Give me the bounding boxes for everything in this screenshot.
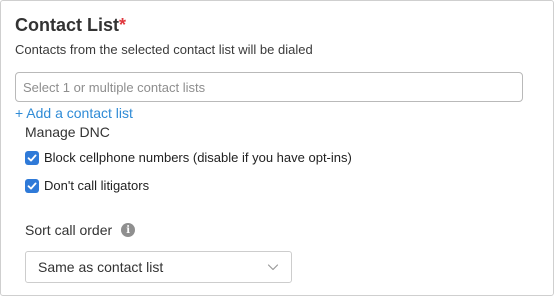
litigators-label: Don't call litigators — [44, 178, 150, 193]
checkmark-icon — [27, 182, 37, 189]
block-cellphone-checkbox[interactable] — [25, 150, 39, 165]
chevron-down-icon — [267, 264, 279, 271]
sort-call-order-label: Sort call order i — [25, 222, 136, 238]
section-title: Contact List* — [15, 15, 126, 36]
info-icon[interactable]: i — [121, 223, 136, 237]
block-cellphone-label: Block cellphone numbers (disable if you … — [44, 150, 352, 165]
manage-dnc-heading: Manage DNC — [25, 124, 110, 140]
contact-list-input[interactable] — [16, 74, 520, 100]
sort-call-order-text: Sort call order — [25, 222, 113, 238]
required-marker: * — [119, 15, 127, 35]
block-cellphone-option[interactable]: Block cellphone numbers (disable if you … — [25, 150, 352, 165]
contact-list-panel: Contact List* Contacts from the selected… — [0, 0, 554, 296]
checkmark-icon — [27, 154, 37, 161]
sort-call-order-value: Same as contact list — [38, 259, 164, 275]
contact-list-select-field[interactable] — [15, 72, 523, 102]
section-subtitle: Contacts from the selected contact list … — [15, 42, 313, 57]
section-title-text: Contact List — [15, 15, 120, 35]
add-contact-list-link[interactable]: + Add a contact list — [15, 105, 133, 121]
litigators-option[interactable]: Don't call litigators — [25, 178, 149, 193]
litigators-checkbox[interactable] — [25, 178, 39, 193]
sort-call-order-dropdown[interactable]: Same as contact list — [25, 251, 292, 283]
